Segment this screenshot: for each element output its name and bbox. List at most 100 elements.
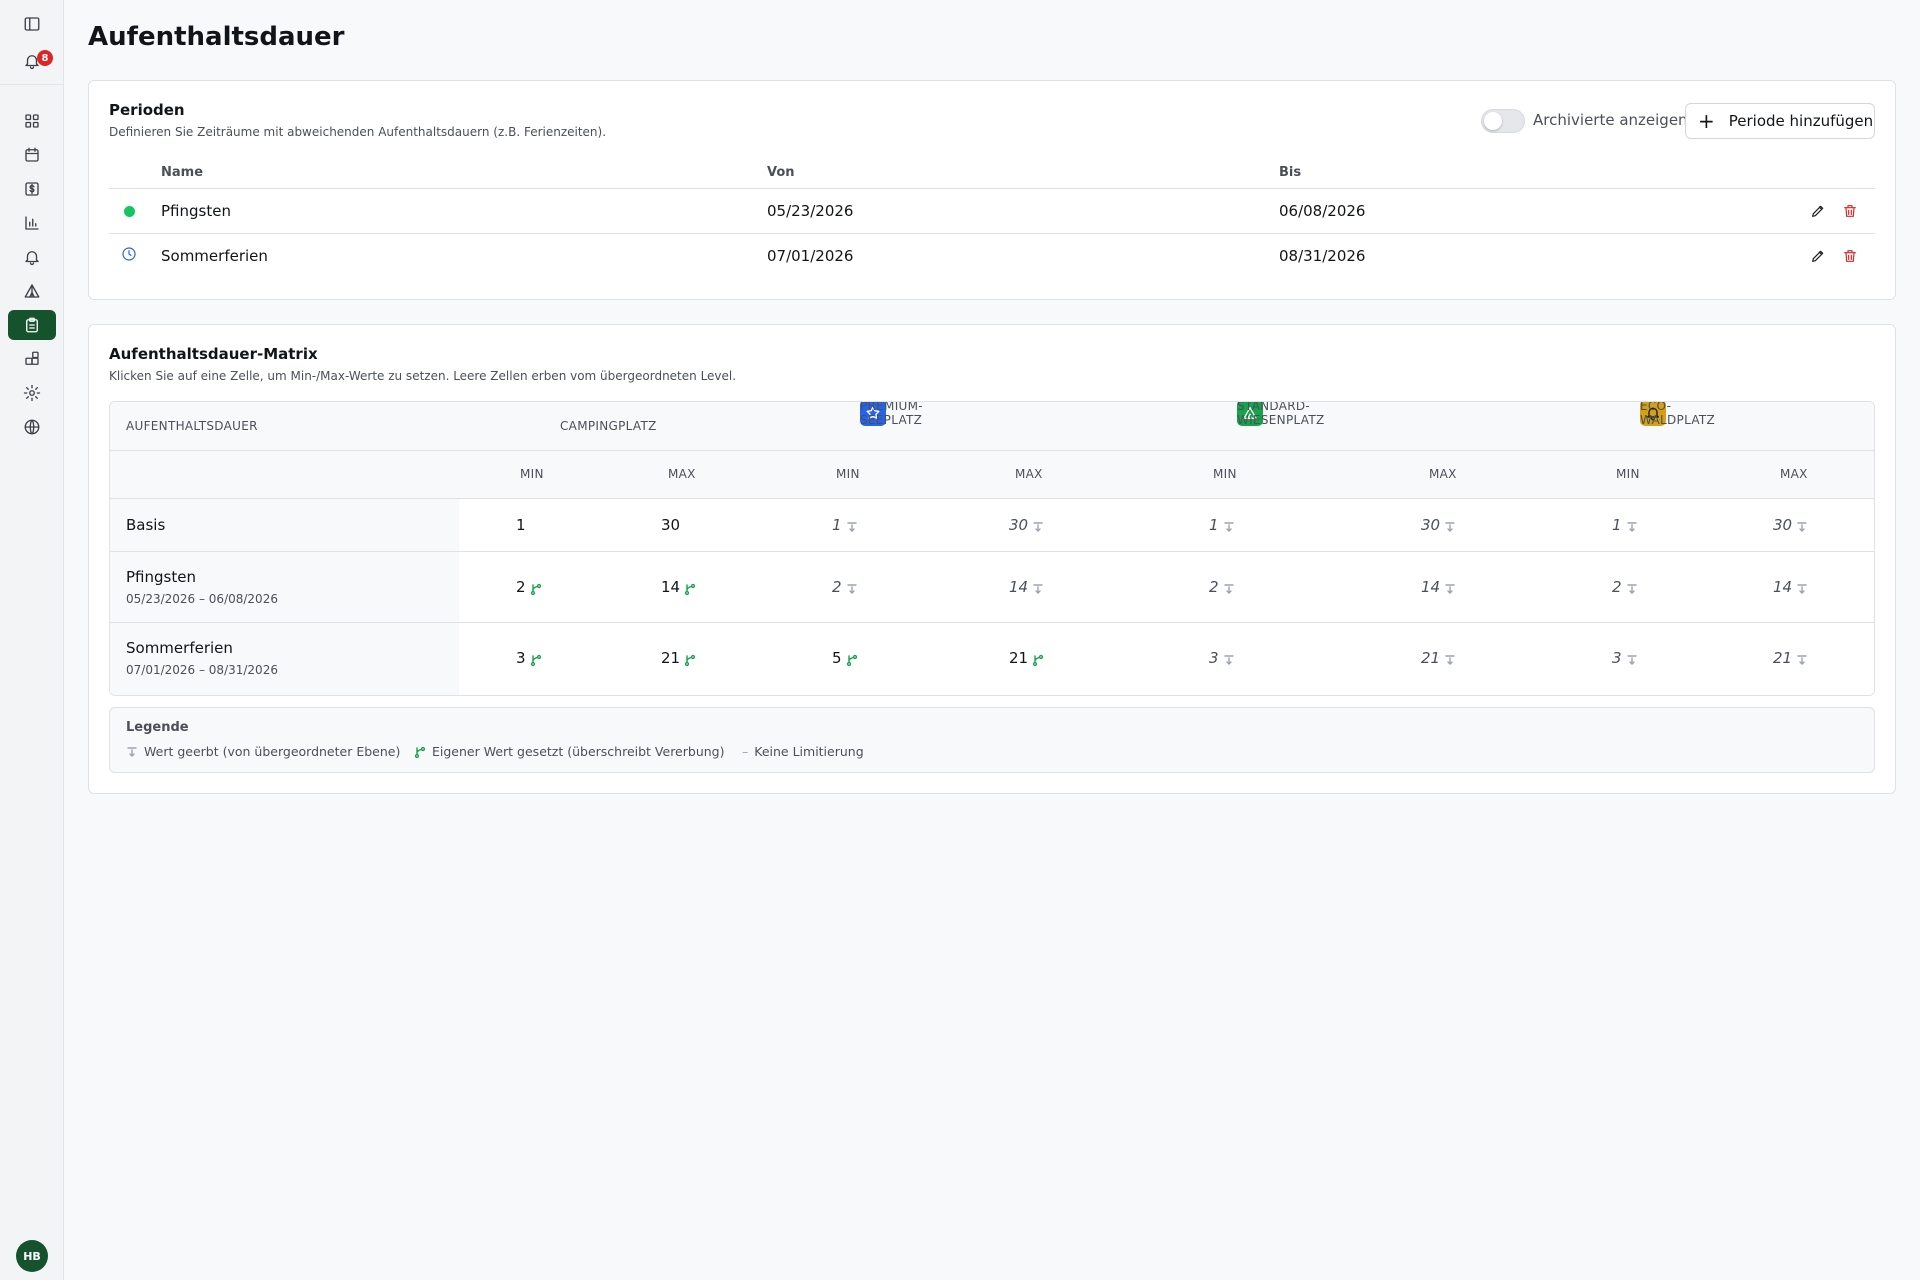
- alerts-bell-icon[interactable]: [8, 242, 56, 272]
- cell-value: 21: [661, 649, 681, 667]
- clipboard-icon[interactable]: [8, 310, 56, 340]
- apps-icon[interactable]: [8, 344, 56, 374]
- min-header: MIN: [1616, 467, 1640, 481]
- matrix-cell[interactable]: 14: [1773, 578, 1808, 596]
- period-from: 07/01/2026: [767, 247, 854, 265]
- matrix-place-header: AUFENTHALTSDAUER CAMPINGPLATZ PREMIUM-SE…: [110, 402, 1874, 451]
- plus-icon: +: [1698, 109, 1715, 133]
- legend-none-label: Keine Limitierung: [754, 744, 864, 759]
- matrix-cell[interactable]: 14: [1009, 578, 1044, 596]
- panel-toggle-icon[interactable]: [8, 9, 56, 39]
- matrix-cell[interactable]: 3: [516, 649, 542, 667]
- row-label: Basis: [110, 499, 459, 551]
- cell-value: 2: [516, 578, 526, 596]
- inherited-arrow-icon: [1223, 581, 1235, 594]
- trash-icon[interactable]: [1841, 202, 1859, 220]
- notifications-bell-icon[interactable]: 8: [8, 46, 56, 76]
- legend: Legende Wert geerbt (von übergeordneter …: [109, 707, 1875, 773]
- cell-value: 3: [1209, 649, 1219, 667]
- archived-toggle-label[interactable]: Archivierte anzeigen: [1533, 111, 1688, 129]
- matrix-cell[interactable]: 2: [516, 578, 542, 596]
- dollar-icon[interactable]: [8, 174, 56, 204]
- clock-icon: [121, 246, 137, 262]
- trash-icon[interactable]: [1841, 247, 1859, 265]
- matrix-cell[interactable]: 1: [832, 516, 858, 534]
- min-header: MIN: [836, 467, 860, 481]
- page-title: Aufenthaltsdauer: [88, 22, 345, 52]
- override-branch-icon: [530, 652, 542, 667]
- cell-value: 30: [1009, 516, 1029, 534]
- period-from: 05/23/2026: [767, 202, 854, 220]
- notification-count-badge: 8: [37, 50, 53, 66]
- row-label: Pfingsten 05/23/2026 – 06/08/2026: [110, 552, 459, 622]
- dash-symbol: –: [742, 744, 749, 759]
- matrix-cell[interactable]: 5: [832, 649, 858, 667]
- globe-icon[interactable]: [8, 412, 56, 442]
- matrix-cell[interactable]: 21: [1421, 649, 1456, 667]
- period-to: 08/31/2026: [1279, 247, 1366, 265]
- override-branch-icon: [684, 581, 696, 596]
- pencil-icon[interactable]: [1809, 202, 1827, 220]
- matrix-cell[interactable]: 30: [1773, 516, 1808, 534]
- cell-value: 30: [1773, 516, 1793, 534]
- inherited-arrow-icon: [1032, 519, 1044, 532]
- legend-own: Eigener Wert gesetzt (überschreibt Verer…: [414, 744, 724, 759]
- matrix-row-basis: Basis 1 30 1 30 1 30 1 30: [110, 499, 1874, 552]
- matrix-cell[interactable]: 3: [1209, 649, 1235, 667]
- archived-toggle[interactable]: [1481, 109, 1525, 133]
- bar-chart-icon[interactable]: [8, 208, 56, 238]
- override-branch-icon: [530, 581, 542, 596]
- override-branch-icon: [414, 746, 426, 758]
- cell-value: 3: [516, 649, 526, 667]
- period-to: 06/08/2026: [1279, 202, 1366, 220]
- legend-title: Legende: [126, 720, 189, 735]
- matrix-cell[interactable]: 2: [832, 578, 858, 596]
- gear-icon[interactable]: [8, 378, 56, 408]
- pencil-icon[interactable]: [1809, 247, 1827, 265]
- table-row[interactable]: Pfingsten 05/23/2026 06/08/2026: [109, 189, 1875, 234]
- matrix-cell[interactable]: 30: [1009, 516, 1044, 534]
- inherited-arrow-icon: [126, 746, 138, 758]
- column-from: Von: [767, 165, 795, 180]
- cell-value: 21: [1421, 649, 1441, 667]
- avatar[interactable]: HB: [16, 1240, 48, 1272]
- column-to: Bis: [1279, 165, 1302, 180]
- matrix-cell[interactable]: 1: [516, 516, 526, 534]
- calendar-icon[interactable]: [8, 140, 56, 170]
- cell-value: 30: [1421, 516, 1441, 534]
- matrix-cell[interactable]: 30: [1421, 516, 1456, 534]
- matrix-cell[interactable]: 14: [661, 578, 696, 596]
- matrix-cell[interactable]: 2: [1209, 578, 1235, 596]
- matrix-cell[interactable]: 21: [661, 649, 696, 667]
- place-name: PREMIUM-SEEPLATZ: [860, 401, 923, 427]
- matrix-cell[interactable]: 3: [1612, 649, 1638, 667]
- inherited-arrow-icon: [1796, 519, 1808, 532]
- matrix-cell[interactable]: 21: [1009, 649, 1044, 667]
- matrix-cell[interactable]: 21: [1773, 649, 1808, 667]
- cell-value: 21: [1009, 649, 1029, 667]
- row-header-label: AUFENTHALTSDAUER: [126, 419, 258, 433]
- add-period-button[interactable]: + Periode hinzufügen: [1685, 103, 1875, 139]
- cell-value: 21: [1773, 649, 1793, 667]
- matrix-cell[interactable]: 30: [661, 516, 680, 534]
- cell-value: 5: [832, 649, 842, 667]
- matrix-cell[interactable]: 2: [1612, 578, 1638, 596]
- legend-inherited-label: Wert geerbt (von übergeordneter Ebene): [144, 744, 401, 759]
- matrix-cell[interactable]: 1: [1612, 516, 1638, 534]
- tent-icon[interactable]: [8, 276, 56, 306]
- matrix-cell[interactable]: 14: [1421, 578, 1456, 596]
- table-row[interactable]: Sommerferien 07/01/2026 08/31/2026: [109, 234, 1875, 279]
- row-name: Basis: [126, 516, 166, 534]
- inherited-arrow-icon: [1626, 519, 1638, 532]
- place-name: ECO-WALDPLATZ: [1640, 401, 1716, 427]
- max-header: MAX: [1429, 467, 1457, 481]
- dashboard-icon[interactable]: [8, 106, 56, 136]
- matrix-cell[interactable]: 1: [1209, 516, 1235, 534]
- active-status-dot: [124, 206, 135, 217]
- cell-value: 1: [1612, 516, 1622, 534]
- sidebar-divider: [0, 84, 63, 85]
- cell-value: 3: [1612, 649, 1622, 667]
- periods-table-header: Name Von Bis: [109, 163, 1875, 189]
- row-dates: 05/23/2026 – 06/08/2026: [126, 592, 278, 606]
- legend-none: – Keine Limitierung: [742, 744, 864, 759]
